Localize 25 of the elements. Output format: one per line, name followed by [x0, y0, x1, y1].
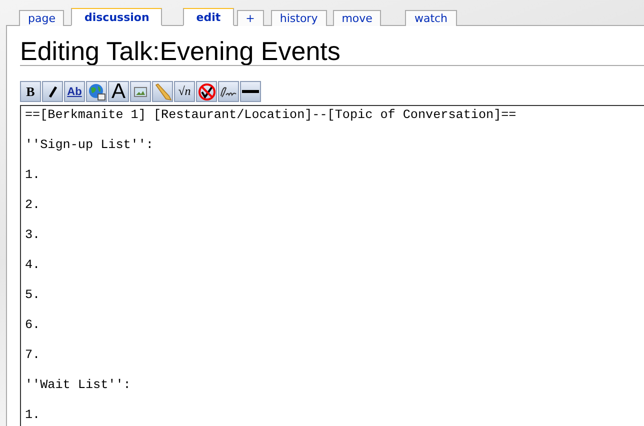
image-icon: [134, 86, 147, 96]
tab[interactable]: move: [332, 10, 382, 26]
page-title: Editing Talk:Evening Events: [20, 38, 340, 65]
bold-button[interactable]: B: [20, 81, 41, 102]
math-button[interactable]: √n: [174, 81, 195, 102]
signature-icon: [219, 84, 238, 98]
tab[interactable]: watch: [405, 10, 457, 26]
prohibited-icon: [198, 82, 216, 100]
tab[interactable]: history: [270, 10, 327, 26]
globe-icon: [88, 82, 106, 100]
nowiki-button[interactable]: [196, 81, 217, 102]
link-button[interactable]: Ab: [64, 81, 85, 102]
tab[interactable]: discussion: [71, 8, 162, 26]
media-button[interactable]: [152, 81, 173, 102]
italic-button[interactable]: [42, 81, 63, 102]
headline-button[interactable]: A: [108, 81, 129, 102]
image-button[interactable]: [130, 81, 151, 102]
horizontal-rule-button[interactable]: [240, 81, 261, 102]
external-link-button[interactable]: [86, 81, 107, 102]
edit-textarea[interactable]: ==[Berkmanite 1] [Restaurant/Location]--[Topic of Conversation]== ''Sign-up List'': 1. 2. 3. 4. 5. 6. 7. ''Wait List'': 1.: [20, 105, 644, 426]
tab[interactable]: +: [236, 10, 264, 26]
tab[interactable]: edit: [183, 8, 234, 26]
tab[interactable]: page: [19, 10, 64, 26]
slash-icon: [46, 86, 58, 98]
signature-button[interactable]: [218, 81, 239, 102]
